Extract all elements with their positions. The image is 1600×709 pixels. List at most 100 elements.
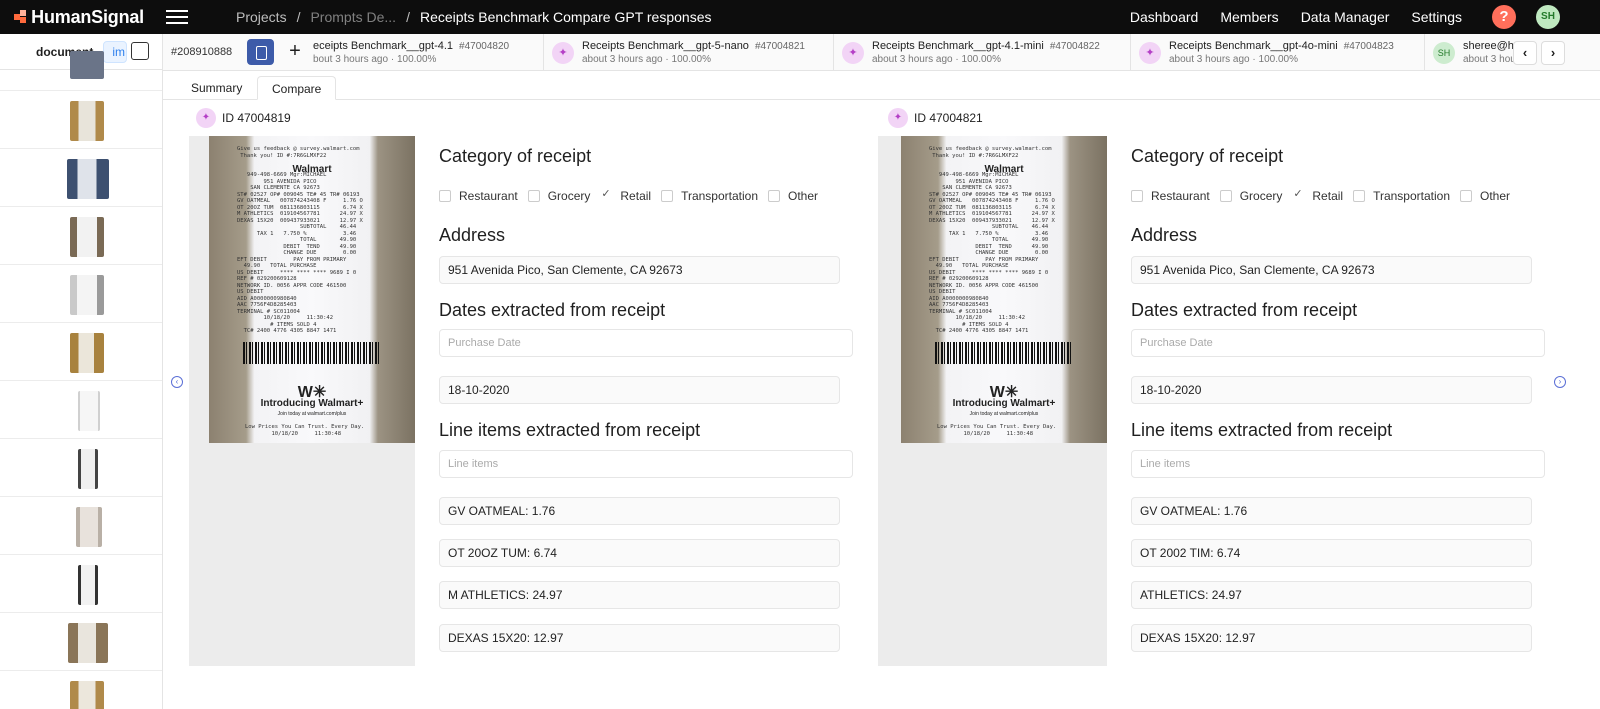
line-item[interactable]: GV OATMEAL: 1.76 (439, 497, 840, 525)
tab-summary[interactable]: Summary (177, 76, 256, 100)
checkbox-other[interactable]: Other (1460, 189, 1510, 203)
compare-view-button[interactable] (247, 39, 274, 65)
scroll-right-button[interactable]: › (1541, 41, 1565, 65)
next-arrow-icon[interactable]: › (1554, 376, 1566, 388)
dates-heading: Dates extracted from receipt (1131, 300, 1358, 320)
list-item[interactable] (0, 497, 162, 555)
list-item[interactable] (0, 555, 162, 613)
nav-settings[interactable]: Settings (1411, 9, 1462, 25)
list-item[interactable] (0, 613, 162, 671)
column-image[interactable]: im (103, 40, 128, 63)
nav-members[interactable]: Members (1220, 9, 1278, 25)
checkbox-label: Grocery (547, 189, 591, 203)
line-item[interactable]: ATHLETICS: 24.97 (1131, 581, 1532, 609)
address-field[interactable]: 951 Avenida Pico, San Clemente, CA 92673 (1131, 256, 1532, 284)
list-item[interactable] (0, 381, 162, 439)
checkbox-icon[interactable] (768, 190, 781, 202)
annotation-tab[interactable]: ✦ Receipts Benchmark__gpt-4.1-mini #47004… (834, 34, 1131, 70)
date-value[interactable]: 18-10-2020 (1131, 376, 1532, 404)
checkbox-grocery[interactable]: Grocery (1219, 189, 1282, 203)
line-items-input[interactable]: Line items (439, 450, 853, 478)
barcode (935, 342, 1073, 364)
checkbox-label: Restaurant (1151, 189, 1210, 203)
list-item[interactable] (0, 207, 162, 265)
list-item[interactable] (0, 323, 162, 381)
checkbox-grocery[interactable]: Grocery (527, 189, 591, 203)
breadcrumb-separator: / (296, 9, 301, 25)
humansignal-logo[interactable]: HumanSignal (14, 7, 144, 28)
receipt-thumbnail (70, 333, 104, 373)
breadcrumb-project[interactable]: Prompts De... (310, 9, 396, 25)
thumbnail-list (0, 51, 162, 709)
checkbox-retail[interactable]: Retail (600, 187, 651, 203)
check-icon[interactable] (1292, 187, 1304, 202)
line-item[interactable]: OT 2002 TIM: 6.74 (1131, 539, 1532, 567)
list-item[interactable] (0, 439, 162, 497)
annotation-tab-id: #47004822 (1049, 40, 1100, 52)
receipt-thumbnail (70, 275, 104, 315)
nav-data-manager[interactable]: Data Manager (1301, 9, 1390, 25)
check-icon[interactable] (600, 187, 612, 202)
scroll-left-button[interactable]: ‹ (1513, 41, 1537, 65)
help-icon[interactable]: ? (1492, 5, 1516, 29)
breadcrumb-current[interactable]: Receipts Benchmark Compare GPT responses (420, 9, 712, 25)
hamburger-menu-icon[interactable] (166, 10, 188, 24)
annotation-tab-meta: about 3 hours ago · 100.00% (872, 53, 1001, 65)
brand-name: HumanSignal (31, 6, 144, 27)
receipt-thumbnail (70, 101, 104, 141)
annotation-tab[interactable]: eceipts Benchmark__gpt-4.1 #47004820 bout… (311, 34, 544, 70)
image-container: Give us feedback @ survey.walmart.com Th… (878, 136, 1107, 666)
date-value[interactable]: 18-10-2020 (439, 376, 840, 404)
line-items-input[interactable]: Line items (1131, 450, 1545, 478)
list-item[interactable] (0, 265, 162, 323)
annotation-tab-id: #47004823 (1343, 40, 1394, 52)
nav-dashboard[interactable]: Dashboard (1130, 9, 1199, 25)
line-item[interactable]: DEXAS 15X20: 12.97 (439, 624, 840, 652)
receipt-thumbnail (76, 507, 102, 547)
column-settings-icon[interactable] (131, 42, 149, 60)
checkbox-other[interactable]: Other (768, 189, 818, 203)
purchase-date-input[interactable]: Purchase Date (439, 329, 853, 357)
category-heading: Category of receipt (439, 146, 592, 166)
annotation-tab[interactable]: SH sheree@hu about 3 hours ago (1425, 34, 1515, 70)
receipt-image[interactable]: Give us feedback @ survey.walmart.com Th… (209, 136, 415, 443)
user-avatar[interactable]: SH (1536, 5, 1560, 29)
checkbox-icon[interactable] (439, 190, 451, 202)
checkbox-transportation[interactable]: Transportation (661, 189, 758, 203)
receipt-thumbnail (67, 159, 109, 199)
annotation-tab-title: sheree@hu (1463, 39, 1515, 52)
list-item[interactable] (0, 51, 162, 91)
list-item[interactable] (0, 671, 162, 709)
checkbox-icon[interactable] (1353, 190, 1366, 202)
line-item[interactable]: DEXAS 15X20: 12.97 (1131, 624, 1532, 652)
checkbox-restaurant[interactable]: Restaurant (1131, 189, 1210, 203)
list-item[interactable] (0, 149, 162, 207)
line-item[interactable]: GV OATMEAL: 1.76 (1131, 497, 1532, 525)
receipt-footer: Low Prices You Can Trust. Every Day. 10/… (245, 424, 365, 437)
previous-arrow-icon[interactable]: ‹ (171, 376, 183, 388)
annotation-tab[interactable]: ✦ Receipts Benchmark__gpt-5-nano #4700482… (544, 34, 834, 70)
checkbox-restaurant[interactable]: Restaurant (439, 189, 518, 203)
checkbox-icon[interactable] (527, 190, 540, 202)
address-field[interactable]: 951 Avenida Pico, San Clemente, CA 92673 (439, 256, 840, 284)
annotation-tab[interactable]: ✦ Receipts Benchmark__gpt-4o-mini #470048… (1131, 34, 1425, 70)
list-item[interactable] (0, 91, 162, 149)
sparkle-icon: ✦ (196, 108, 216, 128)
checkbox-icon[interactable] (1219, 190, 1232, 202)
checkbox-retail[interactable]: Retail (1292, 187, 1343, 203)
tab-compare[interactable]: Compare (257, 76, 337, 100)
checkbox-icon[interactable] (1131, 190, 1143, 202)
checkbox-icon[interactable] (1460, 190, 1473, 202)
checkbox-icon[interactable] (661, 190, 674, 202)
add-annotation-button[interactable]: + (282, 39, 308, 65)
line-item[interactable]: OT 20OZ TUM: 6.74 (439, 539, 840, 567)
breadcrumb-projects[interactable]: Projects (236, 9, 287, 25)
purchase-date-input[interactable]: Purchase Date (1131, 329, 1545, 357)
line-item[interactable]: M ATHLETICS: 24.97 (439, 581, 840, 609)
checkbox-transportation[interactable]: Transportation (1353, 189, 1450, 203)
task-list-sidebar: document im (0, 34, 163, 709)
receipt-image[interactable]: Give us feedback @ survey.walmart.com Th… (901, 136, 1107, 443)
logo-icon (14, 10, 27, 24)
receipt-thumbnail (70, 51, 104, 79)
line-items-heading: Line items extracted from receipt (1131, 420, 1393, 440)
